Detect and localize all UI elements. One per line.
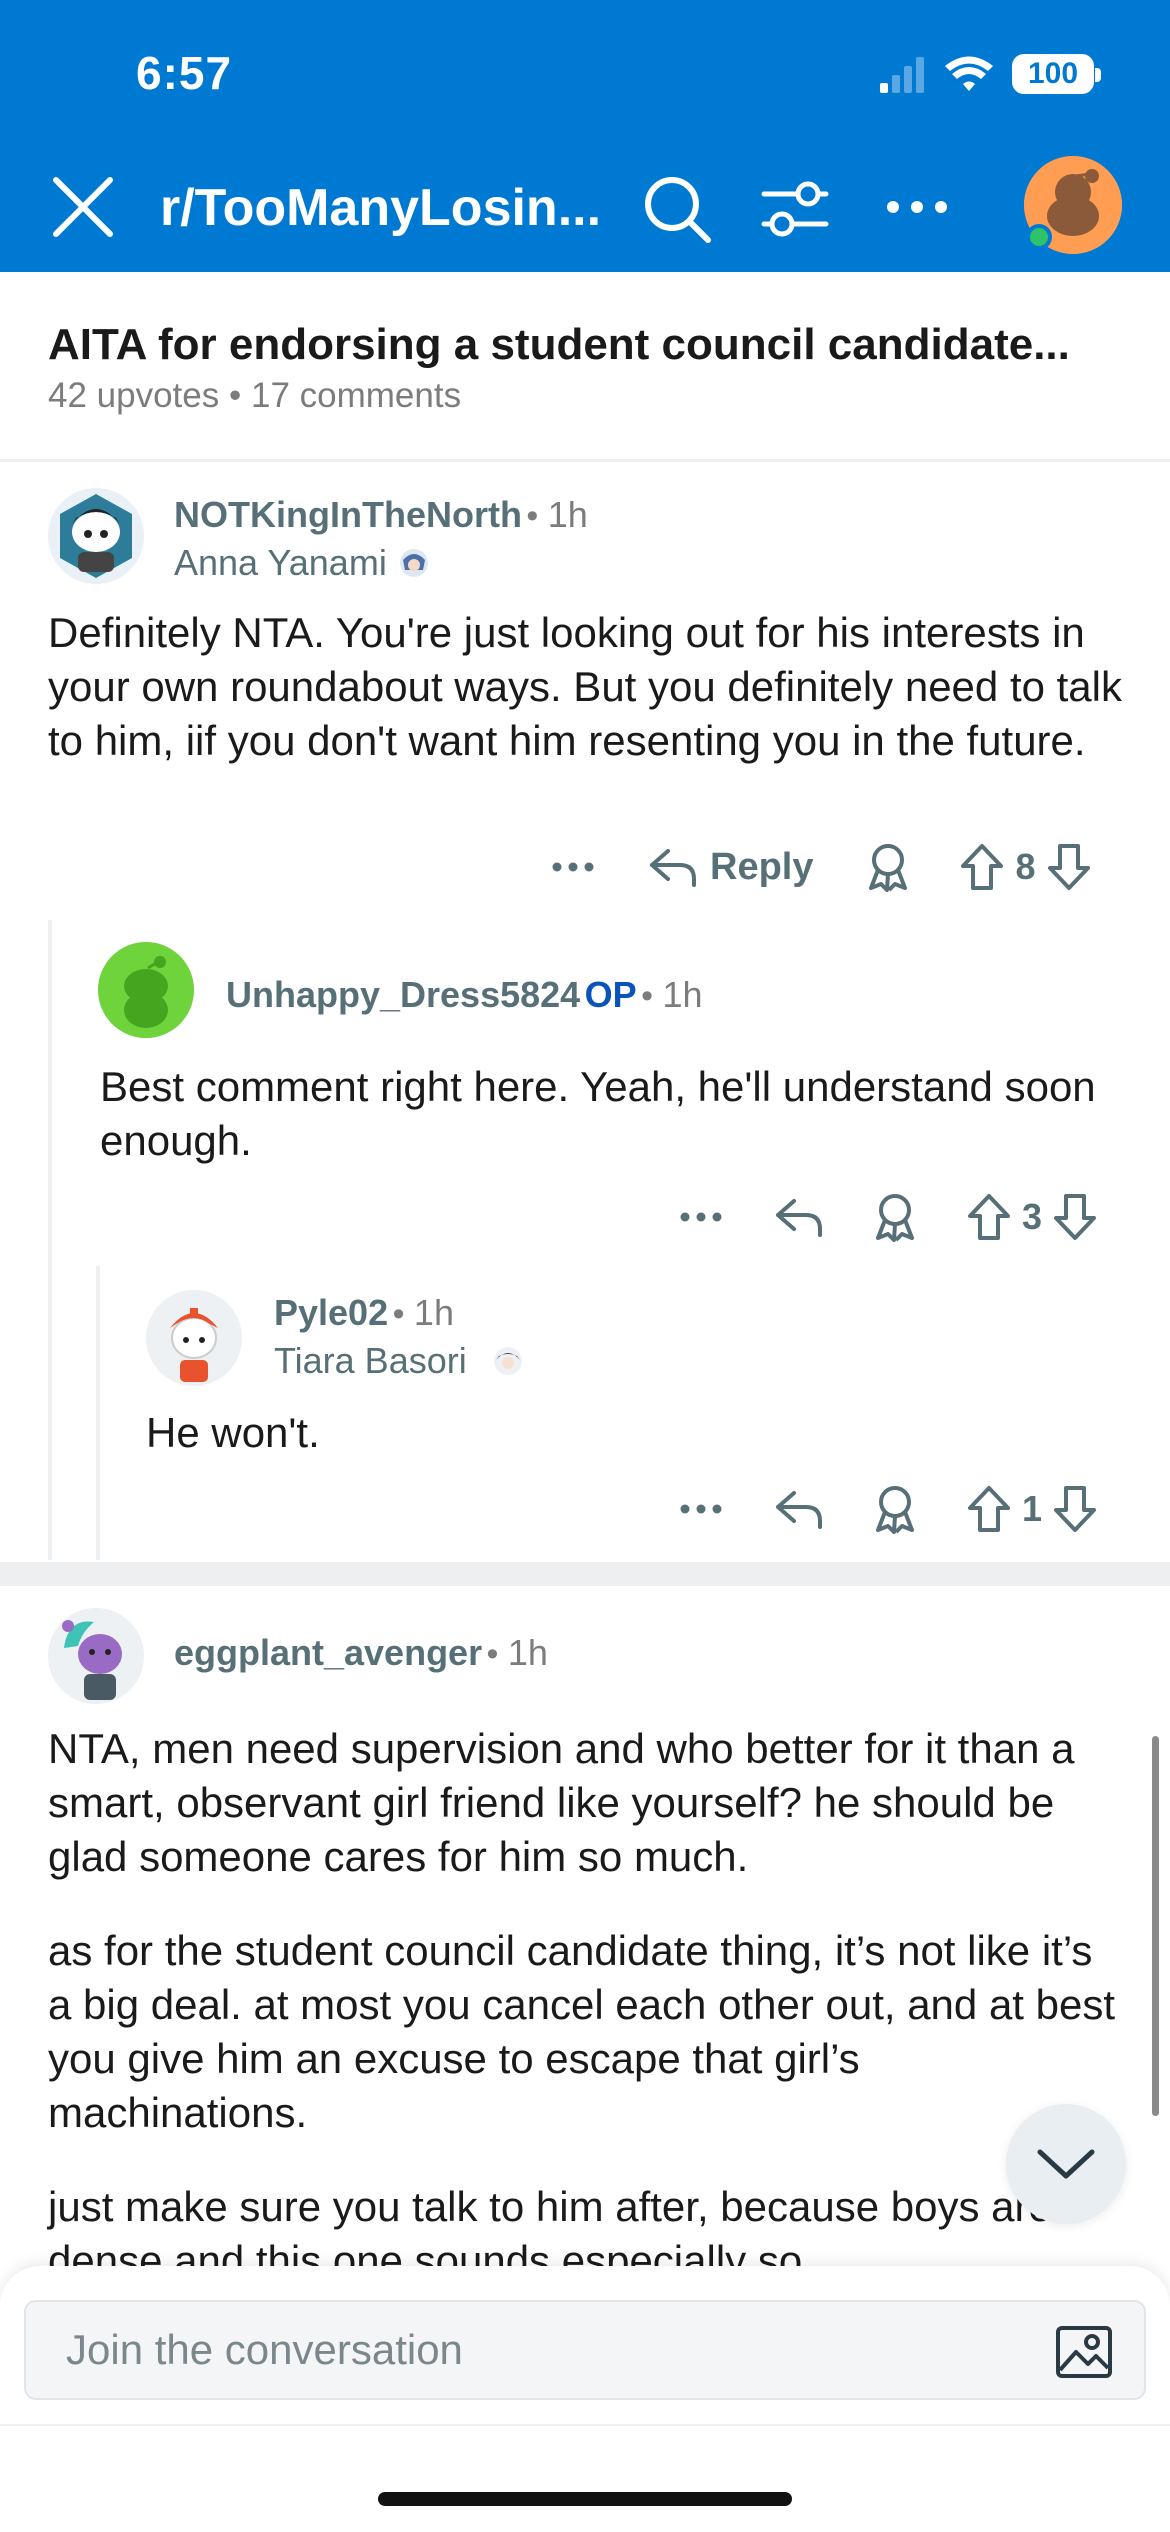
comment-actions: Reply 8 xyxy=(548,842,1092,892)
meta-separator: • xyxy=(641,977,663,1015)
post-header[interactable]: AITA for endorsing a student council can… xyxy=(0,272,1170,462)
status-icons: 100 xyxy=(880,54,1101,94)
comment-paragraph: just make sure you talk to him after, be… xyxy=(48,2183,1052,2266)
post-comment-count: 17 comments xyxy=(250,376,462,415)
more-icon[interactable] xyxy=(676,1202,726,1232)
downvote-icon[interactable] xyxy=(1052,1192,1098,1242)
meta-separator: • xyxy=(486,1635,508,1673)
nav-row: r/TooManyLosin... xyxy=(0,150,1170,260)
close-icon[interactable] xyxy=(48,172,118,242)
wifi-icon xyxy=(945,56,993,91)
vote-count: 8 xyxy=(1015,846,1036,887)
post-title[interactable]: AITA for endorsing a student council can… xyxy=(48,320,1070,370)
snoo-avatar-icon xyxy=(146,1290,242,1386)
downvote-icon[interactable] xyxy=(1046,842,1092,892)
filter-icon[interactable] xyxy=(758,174,832,244)
search-icon[interactable] xyxy=(640,172,714,246)
scrollbar[interactable] xyxy=(1152,1736,1159,2116)
comment-time: 1h xyxy=(507,1632,548,1673)
comment-username[interactable]: Pyle02 xyxy=(274,1292,388,1333)
thread-line[interactable] xyxy=(48,920,52,1560)
award-icon[interactable] xyxy=(872,1192,918,1242)
avatar[interactable] xyxy=(48,488,144,584)
more-icon[interactable] xyxy=(676,1494,726,1524)
comment-actions: 3 xyxy=(676,1192,1098,1242)
post-upvotes: 42 upvotes xyxy=(48,376,220,415)
user-flair: Tiara Basori xyxy=(274,1340,467,1381)
subreddit-title[interactable]: r/TooManyLosin... xyxy=(160,178,601,238)
meta-separator: • xyxy=(228,376,242,415)
reply-label: Reply xyxy=(710,845,814,888)
avatar[interactable] xyxy=(98,942,194,1038)
comment: Pyle02 • 1h Tiara Basori He won't. 1 xyxy=(110,1280,1170,1560)
flair-emoji-icon xyxy=(493,1347,522,1375)
signal-icon xyxy=(880,57,924,93)
more-icon[interactable] xyxy=(880,172,954,242)
comment-paragraph: as for the student council candidate thi… xyxy=(48,1927,1116,2136)
more-icon[interactable] xyxy=(548,852,598,882)
comment-time: 1h xyxy=(662,974,703,1015)
award-icon[interactable] xyxy=(865,842,911,892)
online-status-dot xyxy=(1026,224,1052,250)
user-avatar[interactable] xyxy=(1024,156,1122,254)
comment-body: He won't. xyxy=(146,1409,320,1456)
status-time: 6:57 xyxy=(136,47,233,99)
reply-icon xyxy=(650,849,696,887)
avatar[interactable] xyxy=(146,1290,242,1386)
comment-actions: 1 xyxy=(676,1484,1098,1534)
snoo-avatar-icon xyxy=(98,942,194,1038)
thread-line[interactable] xyxy=(96,1266,100,1560)
divider xyxy=(0,2424,1170,2426)
comment-username[interactable]: Unhappy_Dress5824 xyxy=(226,974,580,1015)
comment-time: 1h xyxy=(413,1292,454,1333)
comment-paragraph: NTA, men need supervision and who better… xyxy=(48,1725,1075,1880)
upvote-icon[interactable] xyxy=(966,1192,1012,1242)
reply-icon[interactable] xyxy=(774,1195,824,1239)
reply-icon[interactable] xyxy=(774,1487,824,1531)
comment-input[interactable] xyxy=(66,2326,966,2374)
battery-indicator: 100 xyxy=(1012,54,1101,94)
flair-emoji-icon xyxy=(399,549,428,577)
compose-bar xyxy=(0,2266,1170,2532)
comment: NOTKingInTheNorth • 1h Anna Yanami Defin… xyxy=(0,480,1170,920)
vote-count: 3 xyxy=(1022,1196,1043,1237)
comment-time: 1h xyxy=(547,494,588,535)
comment-body: NTA, men need supervision and who better… xyxy=(48,1722,1118,2266)
jump-to-next-button[interactable] xyxy=(1006,2104,1126,2224)
app-header: 6:57 100 r/TooManyLosin... xyxy=(0,0,1170,272)
comment: Unhappy_Dress5824 OP • 1h Best comment r… xyxy=(60,930,1170,1260)
snoo-avatar-icon xyxy=(48,1608,144,1704)
upvote-icon[interactable] xyxy=(966,1484,1012,1534)
post-meta: 42 upvotes • 17 comments xyxy=(48,376,461,416)
meta-separator: • xyxy=(526,497,548,535)
comment-body: Definitely NTA. You're just looking out … xyxy=(48,609,1122,764)
avatar[interactable] xyxy=(48,1608,144,1704)
downvote-icon[interactable] xyxy=(1052,1484,1098,1534)
vote-count: 1 xyxy=(1022,1488,1043,1529)
comment-username[interactable]: NOTKingInTheNorth xyxy=(174,494,522,535)
comment-username[interactable]: eggplant_avenger xyxy=(174,1632,482,1673)
image-icon[interactable] xyxy=(1054,2322,1114,2382)
chevron-down-icon xyxy=(1037,2149,1095,2179)
comment-body: Best comment right here. Yeah, he'll und… xyxy=(100,1063,1096,1164)
snoo-avatar-icon xyxy=(60,494,132,578)
op-badge: OP xyxy=(584,974,637,1015)
award-icon[interactable] xyxy=(872,1484,918,1534)
compose-box[interactable] xyxy=(24,2300,1146,2400)
comment: eggplant_avenger • 1h NTA, men need supe… xyxy=(0,1590,1170,2266)
home-indicator[interactable] xyxy=(378,2492,792,2506)
reply-button[interactable]: Reply xyxy=(648,845,813,889)
user-flair: Anna Yanami xyxy=(174,542,387,583)
upvote-icon[interactable] xyxy=(959,842,1005,892)
thread-divider xyxy=(0,1562,1170,1586)
meta-separator: • xyxy=(392,1295,414,1333)
